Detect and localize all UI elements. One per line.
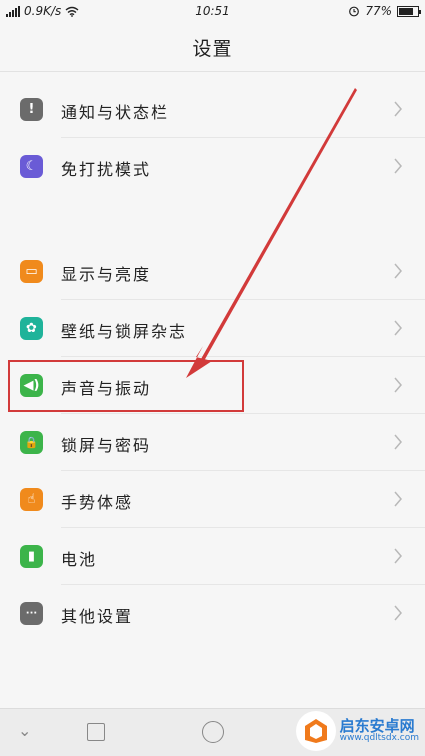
status-bar: 0.9K/s 10:51 77% [0,0,425,24]
settings-item-label: 壁纸与锁屏杂志 [61,322,188,341]
chevron-right-icon [394,377,402,393]
chevron-right-icon [394,491,402,507]
moon-icon: ☾ [20,155,43,178]
settings-item-label: 锁屏与密码 [61,436,152,455]
battery-icon [397,5,421,17]
chevron-right-icon [394,434,402,450]
settings-item[interactable]: ▮ 电池 [0,528,425,585]
chevron-down-icon[interactable]: ⌄ [18,721,31,740]
more-icon: ··· [20,602,43,625]
settings-item-label: 电池 [61,550,98,569]
settings-item-label: 免打扰模式 [61,160,152,179]
settings-item[interactable]: ☾ 免打扰模式 [0,138,425,195]
settings-item[interactable]: ··· 其他设置 [0,585,425,642]
home-button[interactable] [202,721,224,743]
chevron-right-icon [394,320,402,336]
chevron-right-icon [394,158,402,174]
settings-item-label: 其他设置 [61,607,134,626]
watermark-logo-icon [295,711,336,751]
lock-icon: 🔒 [20,431,43,454]
system-nav-bar: ⌄ 启东安卓网 www.qdltsdx.com [0,708,425,756]
settings-item[interactable]: 🔒 锁屏与密码 [0,414,425,471]
hand-icon: ☝ [20,488,43,511]
flower-icon: ✿ [20,317,43,340]
settings-group-1: ! 通知与状态栏 ☾ 免打扰模式 [0,81,425,195]
page-title: 设置 [192,38,233,60]
chevron-right-icon [394,101,402,117]
watermark-url: www.qdltsdx.com [339,733,419,744]
settings-group-2: ▭ 显示与亮度 ✿ 壁纸与锁屏杂志 ◀) 声音与振动 🔒 锁屏与密码 ☝ 手势体感 ▮ 电池 ··· 其他… [0,243,425,642]
settings-item-label: 通知与状态栏 [61,103,170,122]
settings-item-label: 显示与亮度 [61,265,152,284]
settings-item[interactable]: ▭ 显示与亮度 [0,243,425,300]
settings-item[interactable]: ✿ 壁纸与锁屏杂志 [0,300,425,357]
recent-apps-button[interactable] [87,723,105,741]
battery-percent: 77% [365,4,392,18]
display-icon: ▭ [20,260,43,283]
settings-item[interactable]: ! 通知与状态栏 [0,81,425,138]
settings-item[interactable]: ☝ 手势体感 [0,471,425,528]
exclamation-icon: ! [20,98,43,121]
alarm-icon [349,6,360,17]
settings-item-label: 手势体感 [61,493,134,512]
header: 设置 [0,24,425,72]
battery-small-icon: ▮ [20,545,43,568]
watermark-title: 启东安卓网 [339,716,415,735]
chevron-right-icon [394,605,402,621]
chevron-right-icon [394,548,402,564]
chevron-right-icon [394,263,402,279]
highlight-box [8,360,244,412]
watermark-logo: 启东安卓网 www.qdltsdx.com [295,711,419,751]
